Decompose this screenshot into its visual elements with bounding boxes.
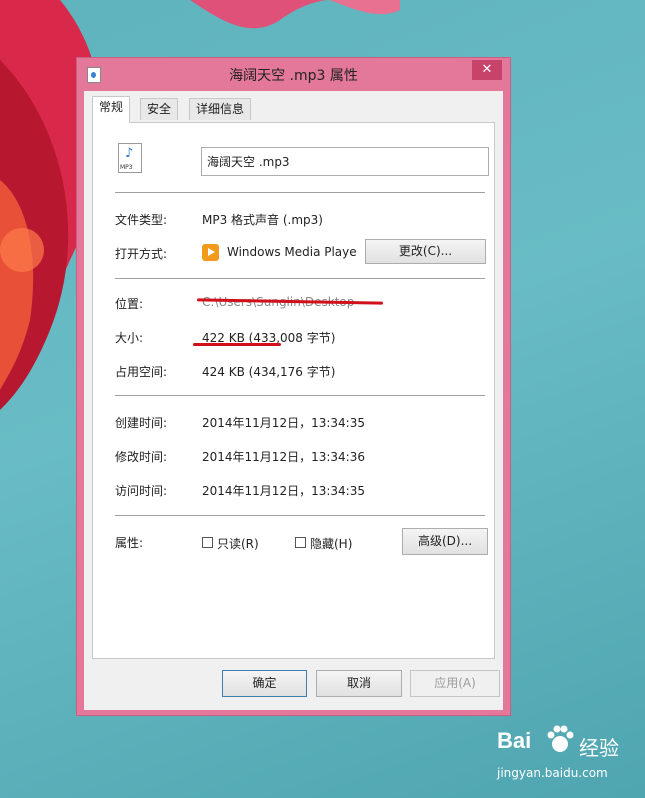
- watermark-brand: Bai: [497, 728, 532, 753]
- dialog-client-area: 常规 安全 详细信息 ♪ MP3 文件类型: MP3 格式声音 (.mp3) 打…: [84, 91, 503, 710]
- annotation-underline: [193, 343, 281, 346]
- apply-button[interactable]: 应用(A): [410, 670, 500, 697]
- divider: [115, 192, 485, 193]
- divider: [115, 515, 485, 516]
- tab-general[interactable]: 常规: [92, 96, 131, 123]
- modified-value: 2014年11月12日，13:34:36: [202, 450, 365, 464]
- media-player-icon: [202, 244, 219, 261]
- advanced-button[interactable]: 高级(D)...: [402, 528, 488, 555]
- readonly-label[interactable]: 只读(R): [217, 535, 259, 552]
- created-value: 2014年11月12日，13:34:35: [202, 416, 365, 430]
- divider: [115, 395, 485, 396]
- general-tab-panel: ♪ MP3 文件类型: MP3 格式声音 (.mp3) 打开方式: Window…: [92, 122, 495, 659]
- hidden-label[interactable]: 隐藏(H): [310, 535, 352, 552]
- file-name-input[interactable]: [201, 147, 489, 176]
- file-type-label: 文件类型:: [115, 213, 168, 227]
- modified-label: 修改时间:: [115, 450, 168, 464]
- size-label: 大小:: [115, 331, 144, 345]
- watermark-url: jingyan.baidu.com: [497, 766, 608, 780]
- file-icon-label: MP3: [120, 164, 133, 171]
- accessed-value: 2014年11月12日，13:34:35: [202, 484, 365, 498]
- divider: [115, 278, 485, 279]
- mp3-file-icon: ♪ MP3: [118, 143, 142, 173]
- tab-security[interactable]: 安全: [140, 98, 179, 120]
- ok-button[interactable]: 确定: [222, 670, 307, 697]
- location-label: 位置:: [115, 297, 144, 311]
- tab-details[interactable]: 详细信息: [189, 98, 252, 120]
- paw-icon: [547, 725, 574, 752]
- window-title: 海阔天空 .mp3 属性: [229, 68, 358, 84]
- size-on-disk-value: 424 KB (434,176 字节): [202, 365, 336, 379]
- change-button[interactable]: 更改(C)...: [365, 239, 486, 264]
- opens-with-label: 打开方式:: [115, 247, 168, 261]
- created-label: 创建时间:: [115, 416, 168, 430]
- file-type-value: MP3 格式声音 (.mp3): [202, 213, 323, 227]
- attributes-label: 属性:: [115, 536, 144, 550]
- watermark-suffix: 经验: [579, 736, 619, 760]
- cancel-button[interactable]: 取消: [316, 670, 402, 697]
- hidden-checkbox[interactable]: [295, 537, 306, 548]
- readonly-checkbox[interactable]: [202, 537, 213, 548]
- size-on-disk-label: 占用空间:: [115, 365, 168, 379]
- baidu-jingyan-watermark: Bai 经验 jingyan.baidu.com: [497, 725, 637, 784]
- properties-dialog: 海阔天空 .mp3 属性 ✕ 常规 安全 详细信息 ♪ MP3 文件类型: MP…: [76, 57, 511, 716]
- opens-with-value: Windows Media Playe: [227, 245, 357, 259]
- title-bar[interactable]: 海阔天空 .mp3 属性 ✕: [77, 58, 510, 90]
- accessed-label: 访问时间:: [115, 484, 168, 498]
- close-button[interactable]: ✕: [472, 60, 502, 80]
